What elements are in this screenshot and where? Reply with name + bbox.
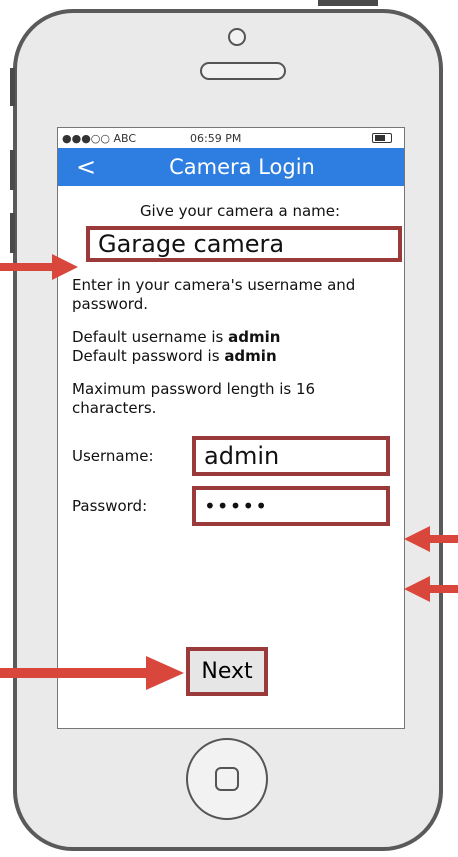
- username-input[interactable]: admin: [192, 436, 390, 476]
- default-username-prefix: Default username is: [72, 328, 229, 346]
- arrow-to-password-icon: [404, 576, 458, 602]
- speaker-grille: [200, 62, 286, 80]
- side-button-volume-down: [10, 213, 15, 253]
- arrow-to-username-icon: [404, 526, 458, 552]
- front-camera-icon: [228, 28, 246, 46]
- battery-icon: [372, 133, 392, 143]
- status-bar: ●●●○○ ABC 06:59 PM: [58, 128, 404, 148]
- username-label: Username:: [72, 447, 154, 465]
- clock: 06:59 PM: [190, 132, 242, 145]
- default-password: admin: [224, 347, 277, 365]
- page-title: Camera Login: [169, 155, 315, 179]
- instruction-text: Enter in your camera's username and pass…: [72, 276, 356, 313]
- side-button-volume-up: [10, 150, 15, 190]
- top-button: [318, 0, 378, 6]
- carrier-label: ●●●○○ ABC: [62, 132, 137, 145]
- phone-screen: ●●●○○ ABC 06:59 PM < Camera Login Give y…: [57, 127, 405, 729]
- password-row: Password: •••••: [72, 486, 390, 526]
- camera-name-input[interactable]: Garage camera: [86, 226, 402, 262]
- default-password-prefix: Default password is: [72, 347, 225, 365]
- login-form: Give your camera a name: Garage camera E…: [58, 202, 404, 526]
- password-input[interactable]: •••••: [192, 486, 390, 526]
- name-prompt: Give your camera a name:: [139, 202, 341, 220]
- next-button[interactable]: Next: [186, 647, 268, 696]
- side-button-mute: [10, 68, 15, 106]
- arrow-to-next-icon: [0, 656, 184, 690]
- default-credentials: Default username is admin Default passwo…: [72, 328, 390, 366]
- arrow-to-camera-name-icon: [0, 254, 78, 280]
- username-row: Username: admin: [72, 436, 390, 476]
- home-square-icon: [215, 767, 239, 791]
- max-length-note: Maximum password length is 16 characters…: [72, 380, 316, 417]
- password-label: Password:: [72, 497, 148, 515]
- home-button[interactable]: [186, 738, 268, 820]
- default-username: admin: [228, 328, 281, 346]
- nav-bar: < Camera Login: [58, 148, 404, 186]
